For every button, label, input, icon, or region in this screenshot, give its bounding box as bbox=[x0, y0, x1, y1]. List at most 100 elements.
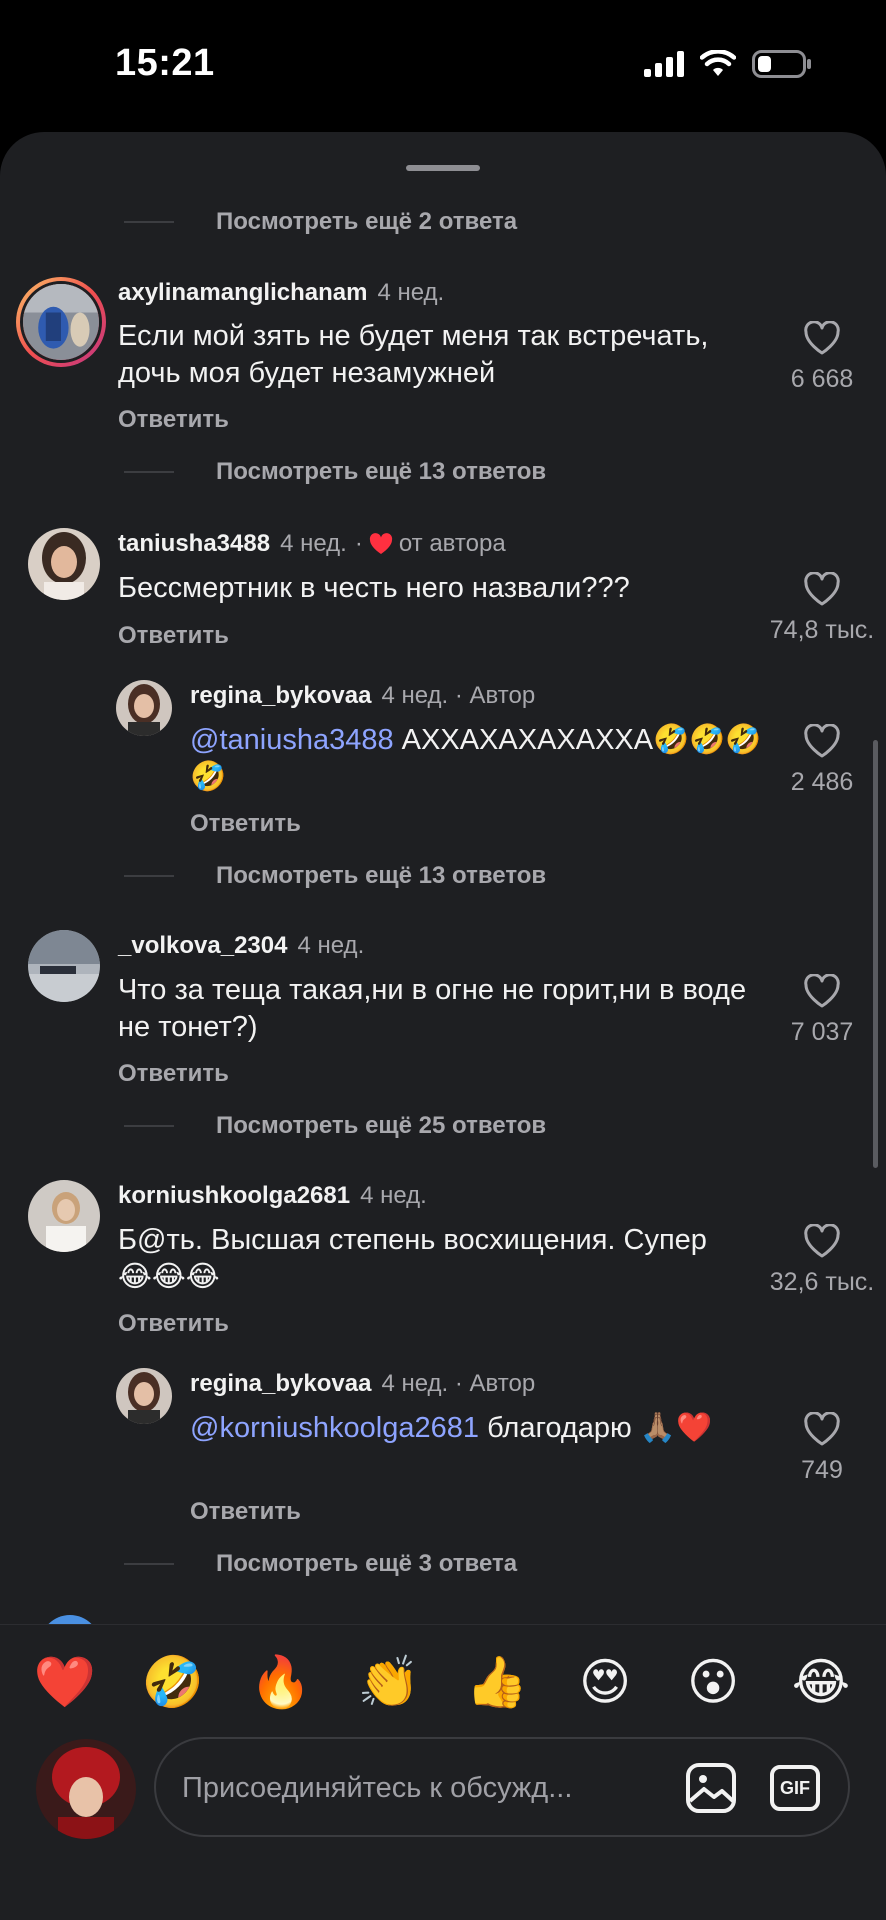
comment-time: 4 нед. · Автор bbox=[381, 682, 536, 709]
heart-outline-icon bbox=[804, 321, 840, 355]
comment-text: Что за теща такая,ни в огне не горит,ни … bbox=[118, 974, 747, 1043]
heart-outline-icon bbox=[804, 1412, 840, 1446]
avatar-image bbox=[116, 1368, 172, 1424]
battery-icon bbox=[752, 50, 811, 78]
username[interactable]: korniushkoolga2681 bbox=[118, 1182, 350, 1210]
comment-text: Б@ть. Высшая степень восхищения. Супер😂😂… bbox=[118, 1224, 707, 1293]
avatar-image bbox=[28, 1180, 100, 1252]
comment-header: axylinamanglichanam 4 нед. bbox=[118, 279, 444, 307]
quick-emoji-bar: ❤️ 🤣 🔥 👏 👍 😍 😮 😂 bbox=[30, 1647, 856, 1717]
avatar[interactable] bbox=[28, 930, 100, 1002]
like-count: 74,8 тыс. bbox=[769, 616, 875, 644]
author-liked: · от автора bbox=[355, 530, 506, 558]
comment-input[interactable] bbox=[182, 1761, 652, 1815]
status-time: 15:21 bbox=[115, 42, 215, 84]
like-count: 7 037 bbox=[790, 1018, 854, 1046]
view-more-replies[interactable]: Посмотреть ещё 3 ответа bbox=[124, 1550, 517, 1578]
sheet-grabber[interactable] bbox=[406, 165, 480, 171]
avatar[interactable] bbox=[28, 1180, 100, 1252]
avatar[interactable] bbox=[16, 277, 106, 367]
mention-link[interactable]: @korniushkoolga2681 bbox=[190, 1412, 479, 1444]
heart-outline-icon bbox=[804, 974, 840, 1008]
username[interactable]: taniusha3488 bbox=[118, 530, 270, 558]
like-button[interactable]: 749 bbox=[762, 1412, 882, 1485]
reply-button[interactable]: Ответить bbox=[118, 1310, 229, 1338]
thread-line bbox=[124, 1563, 174, 1565]
status-icons bbox=[644, 50, 812, 78]
comment-header: korniushkoolga2681 4 нед. bbox=[118, 1182, 427, 1210]
red-heart-icon bbox=[369, 533, 392, 554]
like-count: 2 486 bbox=[790, 768, 854, 796]
reply-button[interactable]: Ответить bbox=[190, 1498, 301, 1526]
comment-header: _volkova_2304 4 нед. bbox=[118, 932, 364, 960]
emoji-button[interactable]: 😮 bbox=[678, 1647, 748, 1717]
like-button[interactable]: 32,6 тыс. bbox=[762, 1224, 882, 1297]
comment-text: @korniushkoolga2681 благодарю 🙏🏽❤️ bbox=[190, 1410, 760, 1447]
avatar[interactable] bbox=[116, 680, 172, 736]
comment-header: regina_bykovaa 4 нед. · Автор bbox=[190, 682, 535, 710]
thread-line bbox=[124, 221, 174, 223]
reply-button[interactable]: Ответить bbox=[118, 1060, 229, 1088]
wifi-icon bbox=[700, 50, 736, 76]
view-more-replies[interactable]: Посмотреть ещё 13 ответов bbox=[124, 458, 546, 486]
author-liked-label: от автора bbox=[398, 530, 506, 557]
heart-outline-icon bbox=[804, 1224, 840, 1258]
status-bar: 15:21 bbox=[0, 0, 886, 130]
heart-outline-icon bbox=[804, 724, 840, 758]
reply-button[interactable]: Ответить bbox=[190, 810, 301, 838]
view-more-replies[interactable]: Посмотреть ещё 2 ответа bbox=[124, 208, 517, 236]
heart-outline-icon bbox=[804, 572, 840, 606]
username[interactable]: _volkova_2304 bbox=[118, 932, 287, 960]
avatar[interactable] bbox=[116, 1368, 172, 1424]
reply-button[interactable]: Ответить bbox=[118, 406, 229, 434]
like-count: 32,6 тыс. bbox=[769, 1268, 875, 1296]
like-count: 749 bbox=[801, 1456, 843, 1484]
username[interactable]: regina_bykovaa bbox=[190, 1370, 371, 1398]
view-more-label: Посмотреть ещё 13 ответов bbox=[216, 458, 547, 485]
view-more-label: Посмотреть ещё 13 ответов bbox=[216, 862, 547, 889]
avatar-image bbox=[23, 284, 99, 360]
avatar-image bbox=[28, 930, 100, 1002]
my-avatar bbox=[36, 1739, 136, 1839]
view-more-label: Посмотреть ещё 25 ответов bbox=[216, 1112, 547, 1139]
comment-header: regina_bykovaa 4 нед. · Автор bbox=[190, 1370, 535, 1398]
comment-time: 4 нед. · Автор bbox=[381, 1370, 536, 1397]
mention-link[interactable]: @taniusha3488 bbox=[190, 724, 394, 756]
emoji-button[interactable]: 😂 bbox=[786, 1647, 856, 1717]
comment-text: Бессмертник в честь него назвали??? bbox=[118, 572, 630, 604]
emoji-button[interactable]: 👏 bbox=[354, 1647, 424, 1717]
username[interactable]: regina_bykovaa bbox=[190, 682, 371, 710]
reply-button[interactable]: Ответить bbox=[118, 622, 229, 650]
signal-icon bbox=[644, 51, 684, 77]
comment-header: taniusha3488 4 нед. · от автора bbox=[118, 530, 506, 558]
comment-time: 4 нед. bbox=[280, 530, 347, 557]
comment-text: Если мой зять не будет меня так встречат… bbox=[118, 320, 709, 389]
comment-time: 4 нед. bbox=[360, 1182, 427, 1209]
comment-time: 4 нед. bbox=[297, 932, 365, 959]
separator-dot: · bbox=[354, 530, 363, 557]
avatar[interactable] bbox=[28, 528, 100, 600]
emoji-button[interactable]: 🔥 bbox=[246, 1647, 316, 1717]
like-button[interactable]: 6 668 bbox=[762, 321, 882, 394]
comment-time: 4 нед. bbox=[377, 279, 445, 306]
gif-icon[interactable]: GIF bbox=[770, 1765, 820, 1811]
emoji-button[interactable]: 👍 bbox=[462, 1647, 532, 1717]
username[interactable]: axylinamanglichanam bbox=[118, 279, 367, 307]
like-button[interactable]: 7 037 bbox=[762, 974, 882, 1047]
comment-input-box[interactable]: GIF bbox=[154, 1737, 850, 1837]
thread-line bbox=[124, 1125, 174, 1127]
view-more-replies[interactable]: Посмотреть ещё 25 ответов bbox=[124, 1112, 546, 1140]
like-button[interactable]: 74,8 тыс. bbox=[762, 572, 882, 645]
emoji-button[interactable]: ❤️ bbox=[30, 1647, 100, 1717]
emoji-button[interactable]: 😍 bbox=[570, 1647, 640, 1717]
comment-composer-panel: ❤️ 🤣 🔥 👏 👍 😍 😮 😂 GIF bbox=[0, 1624, 886, 1920]
view-more-replies[interactable]: Посмотреть ещё 13 ответов bbox=[124, 862, 546, 890]
image-icon[interactable] bbox=[684, 1761, 738, 1815]
like-button[interactable]: 2 486 bbox=[762, 724, 882, 797]
view-more-label: Посмотреть ещё 2 ответа bbox=[216, 208, 518, 235]
avatar-image bbox=[28, 528, 100, 600]
emoji-button[interactable]: 🤣 bbox=[138, 1647, 208, 1717]
scrollbar[interactable] bbox=[873, 740, 878, 1168]
view-more-label: Посмотреть ещё 3 ответа bbox=[216, 1550, 518, 1577]
avatar-image bbox=[36, 1739, 136, 1839]
